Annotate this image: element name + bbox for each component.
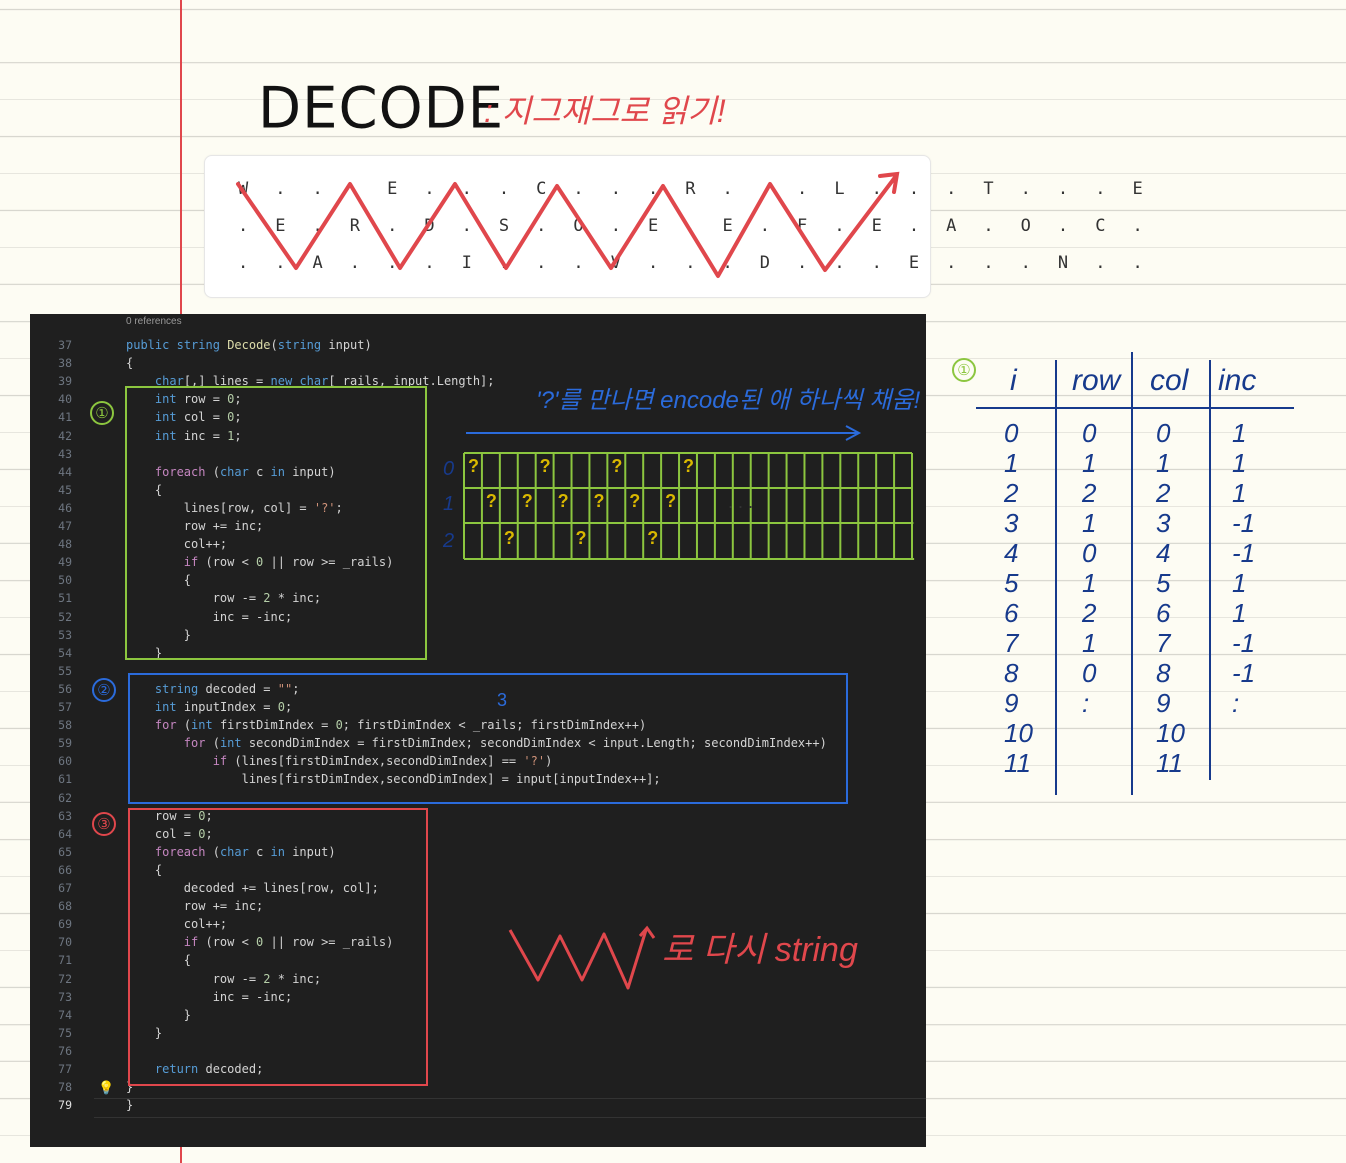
table-cell-i: 9	[1004, 688, 1019, 718]
table-cell-col: 9	[1156, 688, 1171, 718]
table-header: i	[1010, 364, 1017, 397]
table-cell-col: 4	[1156, 538, 1171, 568]
table-cell-i: 10	[1004, 718, 1033, 748]
table-cell-col: 10	[1156, 718, 1185, 748]
table-cell-col: 6	[1156, 598, 1171, 628]
table-cell-col: 5	[1156, 568, 1171, 598]
table-header: col	[1150, 364, 1189, 397]
table-cell-row: 0	[1082, 658, 1097, 688]
table-cell-inc: 1	[1232, 568, 1247, 598]
table-cell-i: 4	[1004, 538, 1019, 568]
table-cell-col: 2	[1156, 478, 1171, 508]
table-cell-row: 1	[1082, 508, 1097, 538]
table-cell-inc: :	[1232, 688, 1240, 718]
table-cell-i: 8	[1004, 658, 1019, 688]
table-cell-i: 1	[1004, 448, 1019, 478]
table-cell-col: 8	[1156, 658, 1171, 688]
table-cell-inc: 1	[1232, 418, 1247, 448]
table-cell-row: 0	[1082, 538, 1097, 568]
table-cell-col: 11	[1156, 748, 1183, 778]
table-cell-i: 5	[1004, 568, 1019, 598]
table-cell-row: :	[1082, 688, 1090, 718]
table-cell-i: 11	[1004, 748, 1031, 778]
table-cell-row: 2	[1082, 478, 1097, 508]
table-cell-i: 3	[1004, 508, 1019, 538]
table-cell-row: 2	[1082, 598, 1097, 628]
table-cell-inc: -1	[1232, 628, 1256, 658]
table-cell-inc: -1	[1232, 538, 1256, 568]
table-header: row	[1072, 364, 1121, 397]
table-cell-inc: 1	[1232, 598, 1247, 628]
table-cell-inc: 1	[1232, 448, 1247, 478]
table-cell-row: 1	[1082, 628, 1097, 658]
table-cell-i: 0	[1004, 418, 1019, 448]
table-cell-i: 2	[1004, 478, 1019, 508]
table-cell-col: 0	[1156, 418, 1171, 448]
table-cell-row: 1	[1082, 568, 1097, 598]
table-cell-col: 1	[1156, 448, 1171, 478]
table-cell-row: 1	[1082, 448, 1097, 478]
table-cell-inc: -1	[1232, 658, 1256, 688]
trace-table-lines	[976, 352, 1294, 795]
table-cell-col: 7	[1156, 628, 1171, 658]
table-cell-row: 0	[1082, 418, 1097, 448]
table-header: inc	[1218, 364, 1257, 397]
table-cell-inc: 1	[1232, 478, 1247, 508]
table-cell-i: 6	[1004, 598, 1019, 628]
table-cell-i: 7	[1004, 628, 1019, 658]
table-cell-inc: -1	[1232, 508, 1256, 538]
table-cell-col: 3	[1156, 508, 1171, 538]
